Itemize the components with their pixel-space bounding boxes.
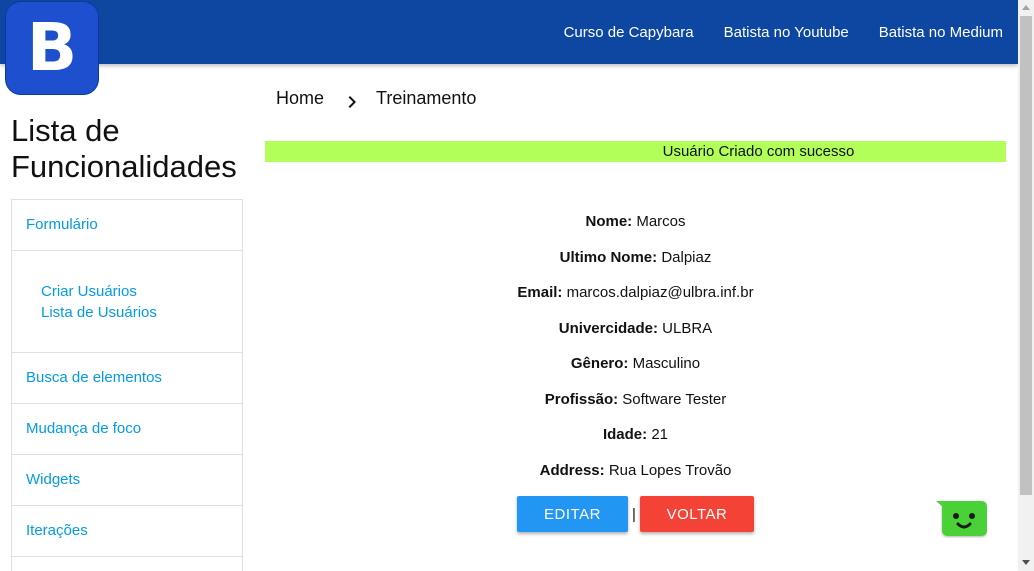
success-alert: Usuário Criado com sucesso [265, 141, 1006, 162]
action-buttons: EDITAR | VOLTAR [517, 496, 754, 532]
detail-row-ultimo-nome: Ultimo Nome: Dalpiaz [265, 240, 1006, 276]
detail-value: Marcos [636, 213, 686, 230]
top-navbar: Curso de Capybara Batista no Youtube Bat… [0, 0, 1018, 64]
detail-value: ULBRA [662, 319, 713, 337]
nav-link-batista-youtube[interactable]: Batista no Youtube [709, 24, 864, 41]
sidebar-item-iteracoes[interactable]: Iterações [12, 506, 242, 557]
detail-value: Dalpiaz [661, 248, 712, 266]
sidebar-item-widgets[interactable]: Widgets [12, 455, 242, 506]
edit-button[interactable]: EDITAR [517, 496, 628, 532]
sidebar-item-busca-elementos[interactable]: Busca de elementos [12, 353, 242, 404]
nav-link-curso-capybara[interactable]: Curso de Capybara [549, 24, 709, 41]
detail-label: Gênero: [570, 355, 629, 372]
detail-row-email: Email: marcos.dalpiaz@ulbra.inf.br [265, 275, 1006, 311]
detail-value: Masculino [632, 355, 701, 372]
sidebar-item-mudanca-foco[interactable]: Mudança de foco [12, 404, 242, 455]
brand-logo[interactable]: B [5, 1, 99, 95]
scrollbar-thumb[interactable] [1020, 16, 1032, 495]
sidebar-menu: Formulário Criar Usuários Lista de Usuár… [11, 199, 243, 571]
chatbot-face-icon [936, 501, 987, 536]
chatbot-launcher[interactable] [936, 500, 987, 538]
detail-label: Address: [539, 461, 605, 479]
page-scrollbar[interactable] [1018, 0, 1034, 571]
button-separator: | [632, 505, 636, 523]
sidebar-subitem-lista-usuarios[interactable]: Lista de Usuários [41, 302, 242, 323]
detail-row-profissao: Profissão: Software Tester [265, 382, 1006, 418]
detail-label: Idade: [602, 426, 648, 443]
chevron-right-icon [348, 96, 357, 108]
sidebar-title: Lista de Funcionalidades [11, 113, 237, 184]
detail-value: marcos.dalpiaz@ulbra.inf.br [566, 284, 754, 301]
detail-row-address: Address: Rua Lopes Trovão [265, 453, 1006, 489]
detail-row-univercidade: Univercidade: ULBRA [265, 311, 1006, 347]
breadcrumb: Home Treinamento [276, 86, 476, 110]
detail-value: Rua Lopes Trovão [608, 461, 732, 479]
detail-row-idade: Idade: 21 [265, 417, 1006, 453]
detail-label: Profissão: [544, 390, 619, 408]
sidebar-item-formulario[interactable]: Formulário [12, 200, 242, 251]
detail-label: Univercidade: [558, 319, 658, 337]
detail-row-nome: Nome: Marcos [265, 204, 1006, 240]
back-button[interactable]: VOLTAR [640, 496, 754, 532]
detail-value: 21 [651, 426, 669, 443]
scroll-down-icon[interactable] [1022, 560, 1030, 565]
detail-label: Ultimo Nome: [559, 248, 658, 266]
user-details: Nome: Marcos Ultimo Nome: Dalpiaz Email:… [265, 204, 1006, 488]
detail-label: Email: [517, 284, 563, 301]
nav-link-batista-medium[interactable]: Batista no Medium [864, 24, 1018, 41]
logo-letter: B [26, 9, 78, 86]
sidebar-submenu-formulario: Criar Usuários Lista de Usuários [12, 251, 242, 353]
success-alert-message: Usuário Criado com sucesso [662, 143, 855, 160]
scroll-up-icon[interactable] [1022, 5, 1030, 10]
detail-label: Nome: [585, 213, 633, 230]
breadcrumb-treinamento[interactable]: Treinamento [376, 88, 476, 109]
breadcrumb-home[interactable]: Home [276, 88, 324, 109]
detail-row-genero: Gênero: Masculino [265, 346, 1006, 382]
sidebar-subitem-criar-usuarios[interactable]: Criar Usuários [41, 281, 242, 302]
nav-links: Curso de Capybara Batista no Youtube Bat… [549, 0, 1018, 64]
detail-value: Software Tester [622, 390, 727, 408]
